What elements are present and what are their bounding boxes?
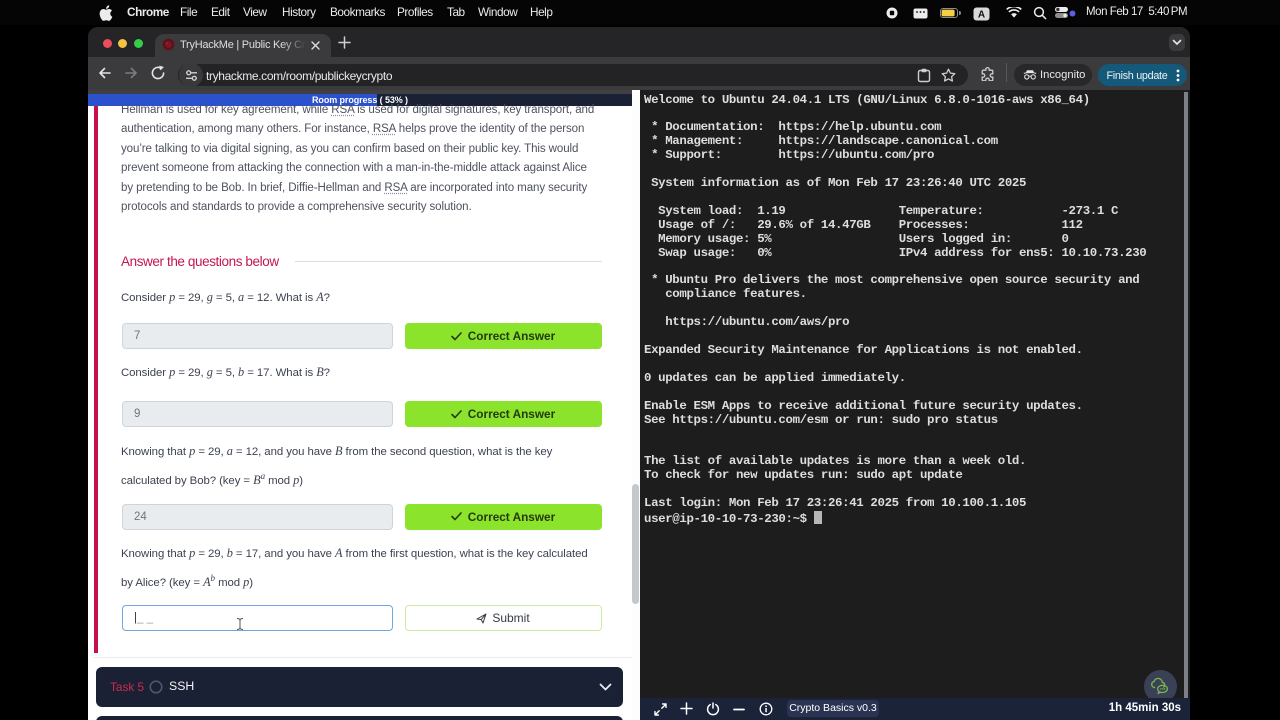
svg-text:A: A <box>978 9 985 20</box>
